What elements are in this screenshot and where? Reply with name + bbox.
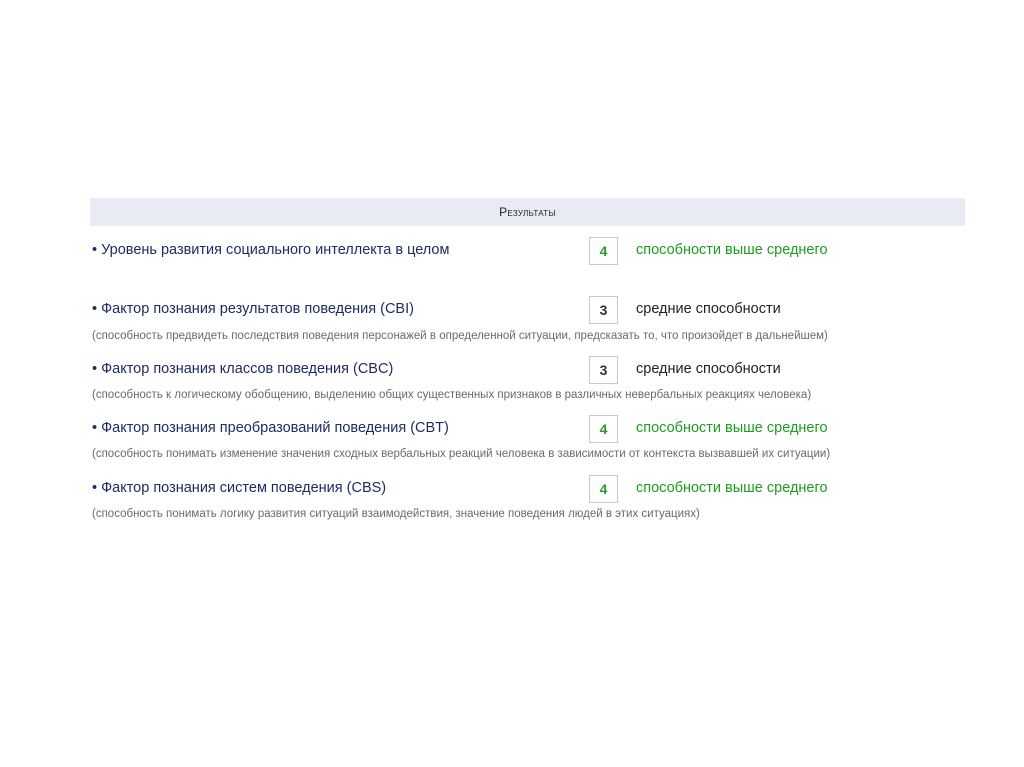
factor-level: средние способности	[636, 361, 781, 377]
factor-description-cbc: (способность к логическому обобщению, вы…	[92, 389, 812, 401]
overall-label: • Уровень развития социального интеллект…	[92, 242, 450, 258]
factor-description-cbi: (способность предвидеть последствия пове…	[92, 330, 828, 342]
factor-description-cbt: (способность понимать изменение значения…	[92, 448, 831, 460]
factor-label: • Фактор познания систем поведения (CBS)	[92, 480, 387, 496]
overall-row: • Уровень развития социального интеллект…	[90, 237, 965, 265]
factor-score-box: 3	[589, 296, 618, 324]
factor-label: • Фактор познания преобразований поведен…	[92, 420, 449, 436]
factor-score-box: 3	[589, 356, 618, 384]
factor-level: способности выше среднего	[636, 420, 828, 436]
results-page: Результаты • Уровень развития социальног…	[0, 0, 1024, 767]
overall-level: способности выше среднего	[636, 242, 828, 258]
factor-score-box: 4	[589, 415, 618, 443]
factor-level: средние способности	[636, 301, 781, 317]
overall-score-box: 4	[589, 237, 618, 265]
factor-row-cbt: • Фактор познания преобразований поведен…	[90, 415, 965, 443]
factor-score-box: 4	[589, 475, 618, 503]
results-title: Результаты	[499, 205, 556, 219]
factor-row-cbs: • Фактор познания систем поведения (CBS)…	[90, 475, 965, 503]
results-header: Результаты	[90, 198, 965, 226]
factor-row-cbi: • Фактор познания результатов поведения …	[90, 296, 965, 324]
factor-description-cbs: (способность понимать логику развития си…	[92, 508, 700, 520]
factor-label: • Фактор познания классов поведения (CBC…	[92, 361, 394, 377]
factor-level: способности выше среднего	[636, 480, 828, 496]
factor-label: • Фактор познания результатов поведения …	[92, 301, 414, 317]
factor-row-cbc: • Фактор познания классов поведения (CBC…	[90, 356, 965, 384]
results-panel: Результаты • Уровень развития социальног…	[90, 198, 965, 520]
